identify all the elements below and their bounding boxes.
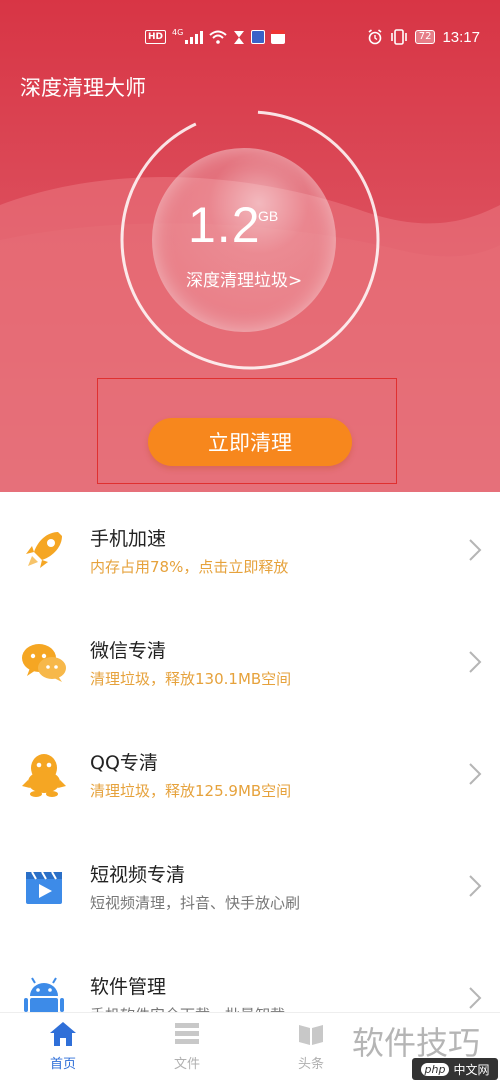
nav-label: 文件 (173, 1057, 200, 1072)
app-notification-icon-2 (271, 30, 286, 44)
junk-size-unit: GB (258, 208, 279, 224)
signal-icon (185, 30, 204, 44)
chevron-right-icon (469, 539, 482, 561)
row-subtitle: 清理垃圾，释放130.1MB空间 (90, 670, 292, 688)
list-item-wechat-clean[interactable]: 微信专清 清理垃圾，释放130.1MB空间 (0, 604, 500, 716)
watermark-logo-badge: php (420, 1062, 450, 1076)
watermark-logo-text: 中文网 (453, 1062, 490, 1077)
chevron-right-icon (469, 987, 482, 1009)
chevron-right-icon (469, 763, 482, 785)
row-title: QQ专清 (90, 752, 158, 774)
chevron-right-icon (469, 651, 482, 673)
status-bar: HD 4G 72 13:17 (0, 0, 500, 70)
network-type: 4G (172, 27, 184, 37)
junk-size-value: 1.2 (188, 197, 261, 253)
nav-home[interactable]: 首页 (18, 1013, 108, 1084)
video-clapper-icon (26, 871, 62, 904)
wifi-icon (209, 30, 227, 44)
nav-files[interactable]: 文件 (142, 1013, 232, 1084)
news-book-icon (299, 1025, 323, 1045)
hd-badge: HD (145, 30, 167, 44)
nav-headlines[interactable]: 头条 (266, 1013, 356, 1084)
app-title: 深度清理大师 (20, 76, 146, 100)
qq-penguin-icon (22, 754, 66, 797)
list-item-phone-boost[interactable]: 手机加速 内存占用78%，点击立即释放 (0, 492, 500, 604)
row-subtitle: 清理垃圾，释放125.9MB空间 (90, 782, 292, 800)
status-time: 13:17 (442, 28, 480, 46)
rocket-icon (26, 532, 62, 568)
vibrate-icon (390, 29, 407, 45)
watermark-logo: php 中文网 (412, 1058, 498, 1080)
row-title: 软件管理 (90, 976, 167, 998)
file-list-icon (175, 1023, 199, 1044)
alarm-icon (368, 29, 382, 45)
hero-banner: HD 4G 72 13:17 深度清理大师 1.2 GB 深度清理垃圾> 立即清… (0, 0, 500, 492)
list-item-short-video-clean[interactable]: 短视频专清 短视频清理，抖音、快手放心刷 (0, 828, 500, 940)
app-notification-icon (251, 30, 266, 44)
chevron-right-icon (469, 875, 482, 897)
row-title: 微信专清 (90, 640, 167, 662)
row-title: 短视频专清 (90, 864, 186, 886)
deep-clean-link[interactable]: 深度清理垃圾> (186, 266, 302, 291)
wechat-icon (22, 644, 66, 682)
home-icon (50, 1022, 76, 1046)
list-item-qq-clean[interactable]: QQ专清 清理垃圾，释放125.9MB空间 (0, 716, 500, 828)
clean-now-button[interactable]: 立即清理 (148, 418, 352, 466)
row-title: 手机加速 (90, 528, 167, 550)
battery-indicator: 72 (414, 30, 436, 44)
nav-label: 头条 (297, 1057, 324, 1072)
row-subtitle: 短视频清理，抖音、快手放心刷 (90, 894, 301, 912)
row-subtitle: 内存占用78%，点击立即释放 (90, 558, 289, 576)
hourglass-icon (234, 30, 245, 44)
nav-label: 首页 (49, 1057, 76, 1072)
